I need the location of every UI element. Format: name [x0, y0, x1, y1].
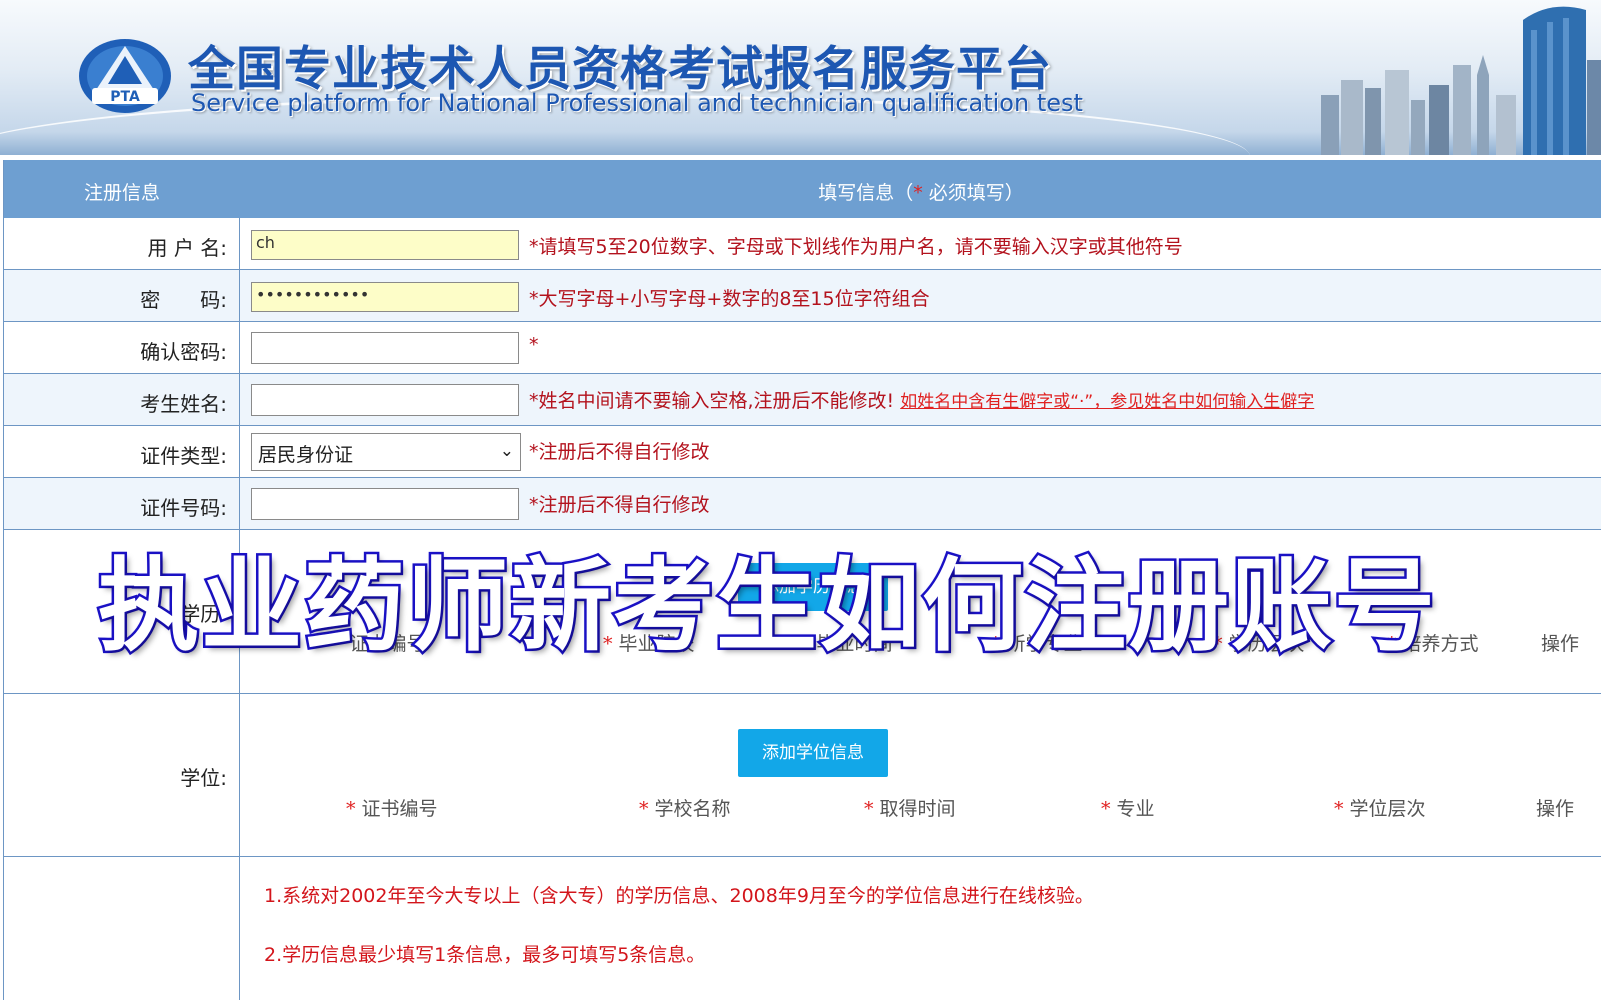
confirm-password-label-text: 确认密码:	[140, 340, 227, 364]
id-type-label-text: 证件类型:	[140, 444, 227, 468]
row-password: 密 码: •••••••••••• *大写字母+小写字母+数字的8至15位字符组…	[4, 270, 1601, 322]
site-banner: PTA 全国专业技术人员资格考试报名服务平台 Service platform …	[0, 0, 1601, 155]
required-star: *	[864, 798, 874, 820]
degree-label-text: 学位:	[180, 766, 227, 790]
confirm-password-label: 确认密码:	[4, 322, 240, 373]
degree-label: 学位:	[4, 694, 240, 856]
id-type-selected-value: 居民身份证	[258, 444, 354, 466]
row-degree: 学位: 添加学位信息 * 证书编号 * 学校名称 * 取得时间 * 专业 * 学位层次 操…	[4, 694, 1601, 857]
username-hint: *请填写5至20位数字、字母或下划线作为用户名，请不要输入汉字或其他符号	[529, 236, 1183, 258]
row-id-type: 证件类型: 居民身份证 ⌄ *注册后不得自行修改	[4, 426, 1601, 478]
username-label-text: 用 户 名:	[147, 236, 227, 260]
header-fill-info-prefix: 填写信息（	[818, 182, 914, 204]
row-candidate-name: 考生姓名: *姓名中间请不要输入空格,注册后不能修改! 如姓名中含有生僻字或“·…	[4, 374, 1601, 426]
confirm-password-input[interactable]	[251, 332, 519, 364]
password-hint: *大写字母+小写字母+数字的8至15位字符组合	[529, 288, 930, 310]
deg-col-certificate-no: * 证书编号	[346, 794, 438, 821]
id-number-input[interactable]	[251, 488, 519, 520]
deg-col-level-text: 学位层次	[1349, 798, 1426, 820]
password-label: 密 码:	[4, 270, 240, 321]
required-star: *	[1334, 798, 1344, 820]
deg-col-major: * 专业	[1101, 794, 1155, 821]
required-star: *	[346, 798, 356, 820]
row-username: 用 户 名: ch *请填写5至20位数字、字母或下划线作为用户名，请不要输入汉…	[4, 218, 1601, 270]
form-header: 注册信息 填写信息（* 必须填写）	[4, 160, 1601, 218]
password-input[interactable]: ••••••••••••	[251, 282, 519, 312]
required-star: *	[913, 182, 923, 204]
header-fill-info: 填写信息（* 必须填写）	[240, 178, 1601, 205]
video-title-overlay: 执业药师新考生如何注册账号	[95, 545, 1438, 668]
candidate-name-label: 考生姓名:	[4, 374, 240, 425]
deg-col-obtained-date-text: 取得时间	[879, 798, 956, 820]
notes-label-cell	[4, 857, 240, 1000]
deg-col-major-text: 专业	[1116, 798, 1155, 820]
note-2: 2.学历信息最少填写1条信息，最多可填写5条信息。	[264, 944, 706, 966]
add-degree-button[interactable]: 添加学位信息	[738, 729, 888, 777]
header-register-info: 注册信息	[83, 182, 160, 204]
id-number-label-text: 证件号码:	[140, 496, 227, 520]
required-star: *	[1101, 798, 1111, 820]
pta-logo-icon: PTA	[79, 39, 171, 113]
candidate-name-hint: *姓名中间请不要输入空格,注册后不能修改! 如姓名中含有生僻字或“·”，参见姓名…	[529, 386, 1314, 413]
deg-col-school-name-text: 学校名称	[654, 798, 731, 820]
candidate-name-label-text: 考生姓名:	[140, 392, 227, 416]
id-type-hint: *注册后不得自行修改	[529, 441, 710, 463]
row-notes: 1.系统对2002年至今大专以上（含大专）的学历信息、2008年9月至今的学位信…	[4, 857, 1601, 1000]
note-1: 1.系统对2002年至今大专以上（含大专）的学历信息、2008年9月至今的学位信…	[264, 885, 1094, 907]
row-confirm-password: 确认密码: *	[4, 322, 1601, 374]
deg-col-school-name: * 学校名称	[639, 794, 731, 821]
confirm-password-hint: *	[529, 334, 539, 356]
deg-col-certificate-no-text: 证书编号	[361, 798, 438, 820]
id-number-label: 证件号码:	[4, 478, 240, 529]
required-star: *	[639, 798, 649, 820]
username-input[interactable]: ch	[251, 230, 519, 260]
rare-character-help-link[interactable]: 如姓名中含有生僻字或“·”，参见姓名中如何输入生僻字	[900, 392, 1314, 412]
deg-col-level: * 学位层次	[1334, 794, 1426, 821]
username-label: 用 户 名:	[4, 218, 240, 269]
svg-text:PTA: PTA	[110, 89, 140, 105]
site-title-en: Service platform for National Profession…	[191, 89, 1083, 117]
deg-col-obtained-date: * 取得时间	[864, 794, 956, 821]
deg-col-actions: 操作	[1536, 798, 1575, 820]
chevron-down-icon: ⌄	[499, 441, 514, 461]
id-number-hint: *注册后不得自行修改	[529, 494, 710, 516]
id-type-label: 证件类型:	[4, 426, 240, 477]
row-id-number: 证件号码: *注册后不得自行修改	[4, 478, 1601, 530]
header-fill-info-suffix: 必须填写）	[922, 182, 1024, 204]
password-label-text: 密 码:	[140, 288, 227, 312]
city-skyline-image	[1321, 6, 1601, 155]
candidate-name-input[interactable]	[251, 384, 519, 416]
candidate-name-hint-text: *姓名中间请不要输入空格,注册后不能修改!	[529, 390, 895, 412]
id-type-select[interactable]: 居民身份证 ⌄	[251, 433, 521, 471]
edu-col-actions: 操作	[1541, 633, 1580, 655]
